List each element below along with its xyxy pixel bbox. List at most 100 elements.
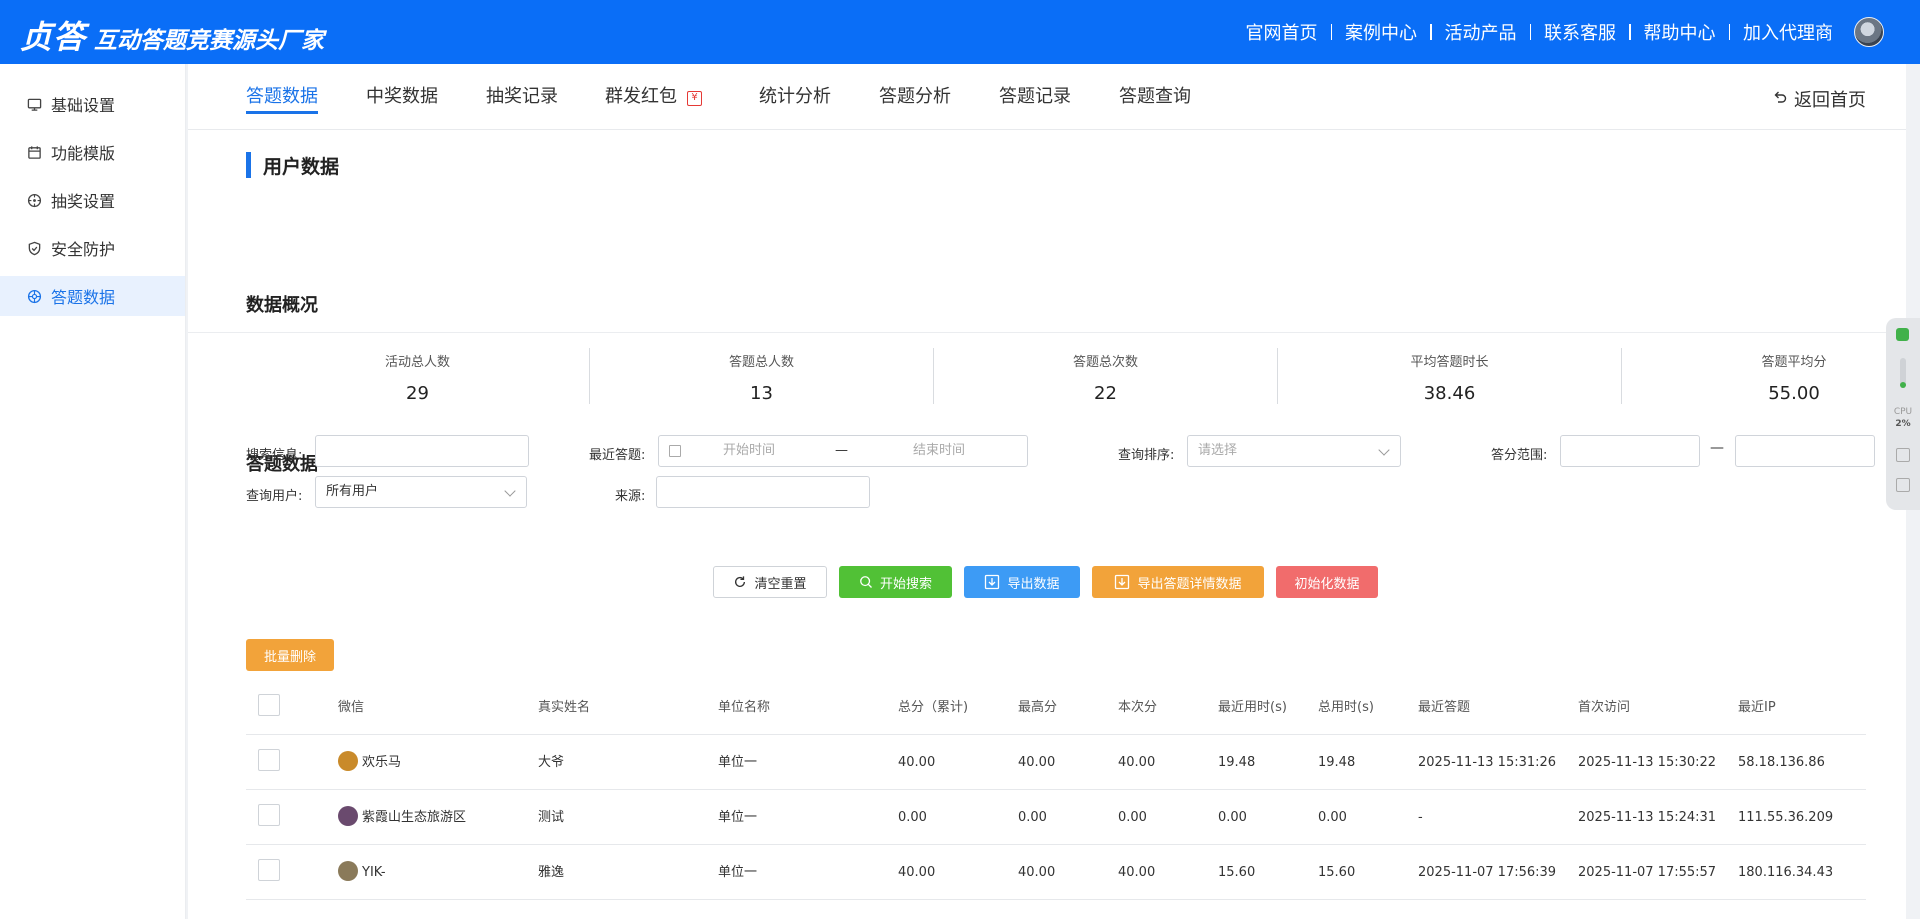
- cell-first-visit: 2025-11-13 15:24:31: [1578, 810, 1717, 825]
- nav-agent[interactable]: 加入代理商: [1730, 19, 1846, 45]
- cell-current-score: 40.00: [1118, 865, 1156, 880]
- tab-statistics[interactable]: 统计分析: [759, 82, 831, 114]
- nav-home[interactable]: 官网首页: [1233, 19, 1331, 45]
- logo[interactable]: 贞答 互动答题竞赛源头厂家: [20, 12, 324, 58]
- col-real-name: 真实姓名: [538, 700, 591, 715]
- select-all-checkbox[interactable]: [258, 694, 280, 716]
- sidebar-item-lottery-settings[interactable]: 抽奖设置: [0, 180, 185, 220]
- cell-total-score: 40.00: [898, 865, 936, 880]
- date-range-picker[interactable]: 开始时间 — 结束时间: [658, 435, 1028, 467]
- stat-average-duration: 平均答题时长 38.46: [1278, 348, 1622, 404]
- calendar-icon: [669, 445, 681, 457]
- tab-question-analysis[interactable]: 答题分析: [879, 82, 951, 114]
- stat-total-answerers: 答题总人数 13: [590, 348, 934, 404]
- cell-unit: 单位一: [718, 865, 758, 880]
- monitor-icon: [26, 96, 42, 112]
- search-icon: [859, 575, 873, 589]
- score-max-input[interactable]: [1735, 435, 1875, 467]
- download-icon: [984, 574, 1000, 590]
- row-checkbox[interactable]: [258, 859, 280, 881]
- top-nav: 官网首页 案例中心 活动产品 联系客服 帮助中心 加入代理商: [1233, 0, 1884, 64]
- tab-answer-data[interactable]: 答题数据: [246, 82, 318, 114]
- export-detail-button[interactable]: 导出答题详情数据: [1092, 566, 1264, 598]
- red-packet-icon: ¥: [687, 91, 702, 106]
- reset-button[interactable]: 清空重置: [713, 566, 827, 598]
- cell-current-score: 40.00: [1118, 755, 1156, 770]
- cell-total-time: 15.60: [1318, 865, 1356, 880]
- cell-recent-ip: 111.55.36.209: [1738, 810, 1834, 825]
- cell-total-score: 0.00: [898, 810, 927, 825]
- brand-name: 贞答: [20, 18, 87, 56]
- sidebar: 基础设置 功能模版 抽奖设置 安全防护 答题数据: [0, 64, 186, 919]
- search-input[interactable]: [315, 435, 529, 467]
- reset-label: 清空重置: [754, 576, 807, 592]
- col-recent-time: 最近用时(s): [1218, 700, 1287, 715]
- sidebar-item-templates[interactable]: 功能模版: [0, 132, 185, 172]
- tab-answer-query[interactable]: 答题查询: [1119, 82, 1191, 114]
- start-date-placeholder[interactable]: 开始时间: [723, 436, 775, 466]
- wechat-nickname: YIK-: [362, 865, 386, 880]
- table-row: 欢乐马 大爷 单位一 40.00 40.00 40.00 19.48 19.48…: [246, 735, 1866, 790]
- page-title-text: 用户数据: [263, 155, 340, 178]
- nav-help[interactable]: 帮助中心: [1631, 19, 1729, 45]
- sidebar-item-basic-settings[interactable]: 基础设置: [0, 84, 185, 124]
- wechat-nickname: 欢乐马: [362, 755, 402, 770]
- sort-placeholder: 请选择: [1198, 443, 1238, 458]
- stat-value: 55.00: [1768, 383, 1820, 404]
- chevron-down-icon: [504, 485, 516, 497]
- tab-answer-records[interactable]: 答题记录: [999, 82, 1071, 114]
- wechat-avatar: [338, 751, 358, 771]
- col-unit: 单位名称: [718, 700, 771, 715]
- col-recent-answer: 最近答题: [1418, 700, 1471, 715]
- cell-recent-answer: -: [1418, 810, 1423, 825]
- brand-slogan: 互动答题竞赛源头厂家: [94, 28, 325, 54]
- cell-recent-time: 0.00: [1218, 810, 1247, 825]
- performance-widget[interactable]: CPU 2%: [1886, 318, 1920, 510]
- sort-select[interactable]: 请选择: [1187, 435, 1401, 467]
- row-checkbox[interactable]: [258, 749, 280, 771]
- cell-recent-ip: 180.116.34.43: [1738, 865, 1834, 880]
- stat-total-participants: 活动总人数 29: [246, 348, 590, 404]
- row-checkbox[interactable]: [258, 804, 280, 826]
- export-button[interactable]: 导出数据: [964, 566, 1080, 598]
- status-ok-icon: [1896, 328, 1909, 341]
- user-avatar[interactable]: [1854, 17, 1884, 47]
- search-label: 搜索信息:: [246, 448, 303, 463]
- stat-label: 答题总人数: [728, 355, 794, 370]
- score-min-input[interactable]: [1560, 435, 1700, 467]
- stat-value: 22: [1094, 383, 1117, 404]
- nav-support[interactable]: 联系客服: [1531, 19, 1629, 45]
- sidebar-item-answer-data[interactable]: 答题数据: [0, 276, 185, 316]
- undo-icon: [1772, 89, 1788, 109]
- table-row: 紫霞山生态旅游区 测试 单位一 0.00 0.00 0.00 0.00 0.00…: [246, 790, 1866, 845]
- cpu-meter: [1900, 358, 1906, 388]
- nav-products[interactable]: 活动产品: [1432, 19, 1530, 45]
- query-user-select[interactable]: 所有用户: [315, 476, 527, 508]
- score-range-label: 答分范围:: [1491, 448, 1548, 463]
- search-button[interactable]: 开始搜索: [839, 566, 952, 598]
- stat-total-attempts: 答题总次数 22: [934, 348, 1278, 404]
- col-max-score: 最高分: [1018, 700, 1058, 715]
- cell-total-time: 0.00: [1318, 810, 1347, 825]
- query-user-label: 查询用户:: [246, 489, 303, 504]
- inspect-icon[interactable]: [1896, 478, 1910, 492]
- tab-lottery-records[interactable]: 抽奖记录: [486, 82, 558, 114]
- source-input[interactable]: [656, 476, 870, 508]
- cell-first-visit: 2025-11-07 17:55:57: [1578, 865, 1717, 880]
- nav-cases[interactable]: 案例中心: [1332, 19, 1430, 45]
- cell-real-name: 雅逸: [538, 865, 565, 880]
- crop-icon[interactable]: [1896, 448, 1910, 462]
- init-data-button[interactable]: 初始化数据: [1276, 566, 1378, 598]
- tab-red-packet[interactable]: 群发红包 ¥: [605, 82, 702, 114]
- stat-label: 答题总次数: [1072, 355, 1138, 370]
- batch-delete-button[interactable]: 批量删除: [246, 639, 334, 671]
- cell-wechat: YIK-: [338, 845, 386, 900]
- tab-bar: 答题数据 中奖数据 抽奖记录 群发红包 ¥ 统计分析 答题分析 答题记录 答题查询…: [188, 64, 1906, 130]
- user-data-table: 微信 真实姓名 单位名称 总分（累计) 最高分 本次分 最近用时(s) 总用时(…: [246, 680, 1866, 900]
- back-home-link[interactable]: 返回首页: [1772, 86, 1866, 112]
- tab-winning-data[interactable]: 中奖数据: [366, 82, 438, 114]
- sidebar-item-security[interactable]: 安全防护: [0, 228, 185, 268]
- recent-answer-label: 最近答题:: [589, 448, 646, 463]
- refresh-icon: [733, 575, 747, 589]
- end-date-placeholder[interactable]: 结束时间: [913, 436, 965, 466]
